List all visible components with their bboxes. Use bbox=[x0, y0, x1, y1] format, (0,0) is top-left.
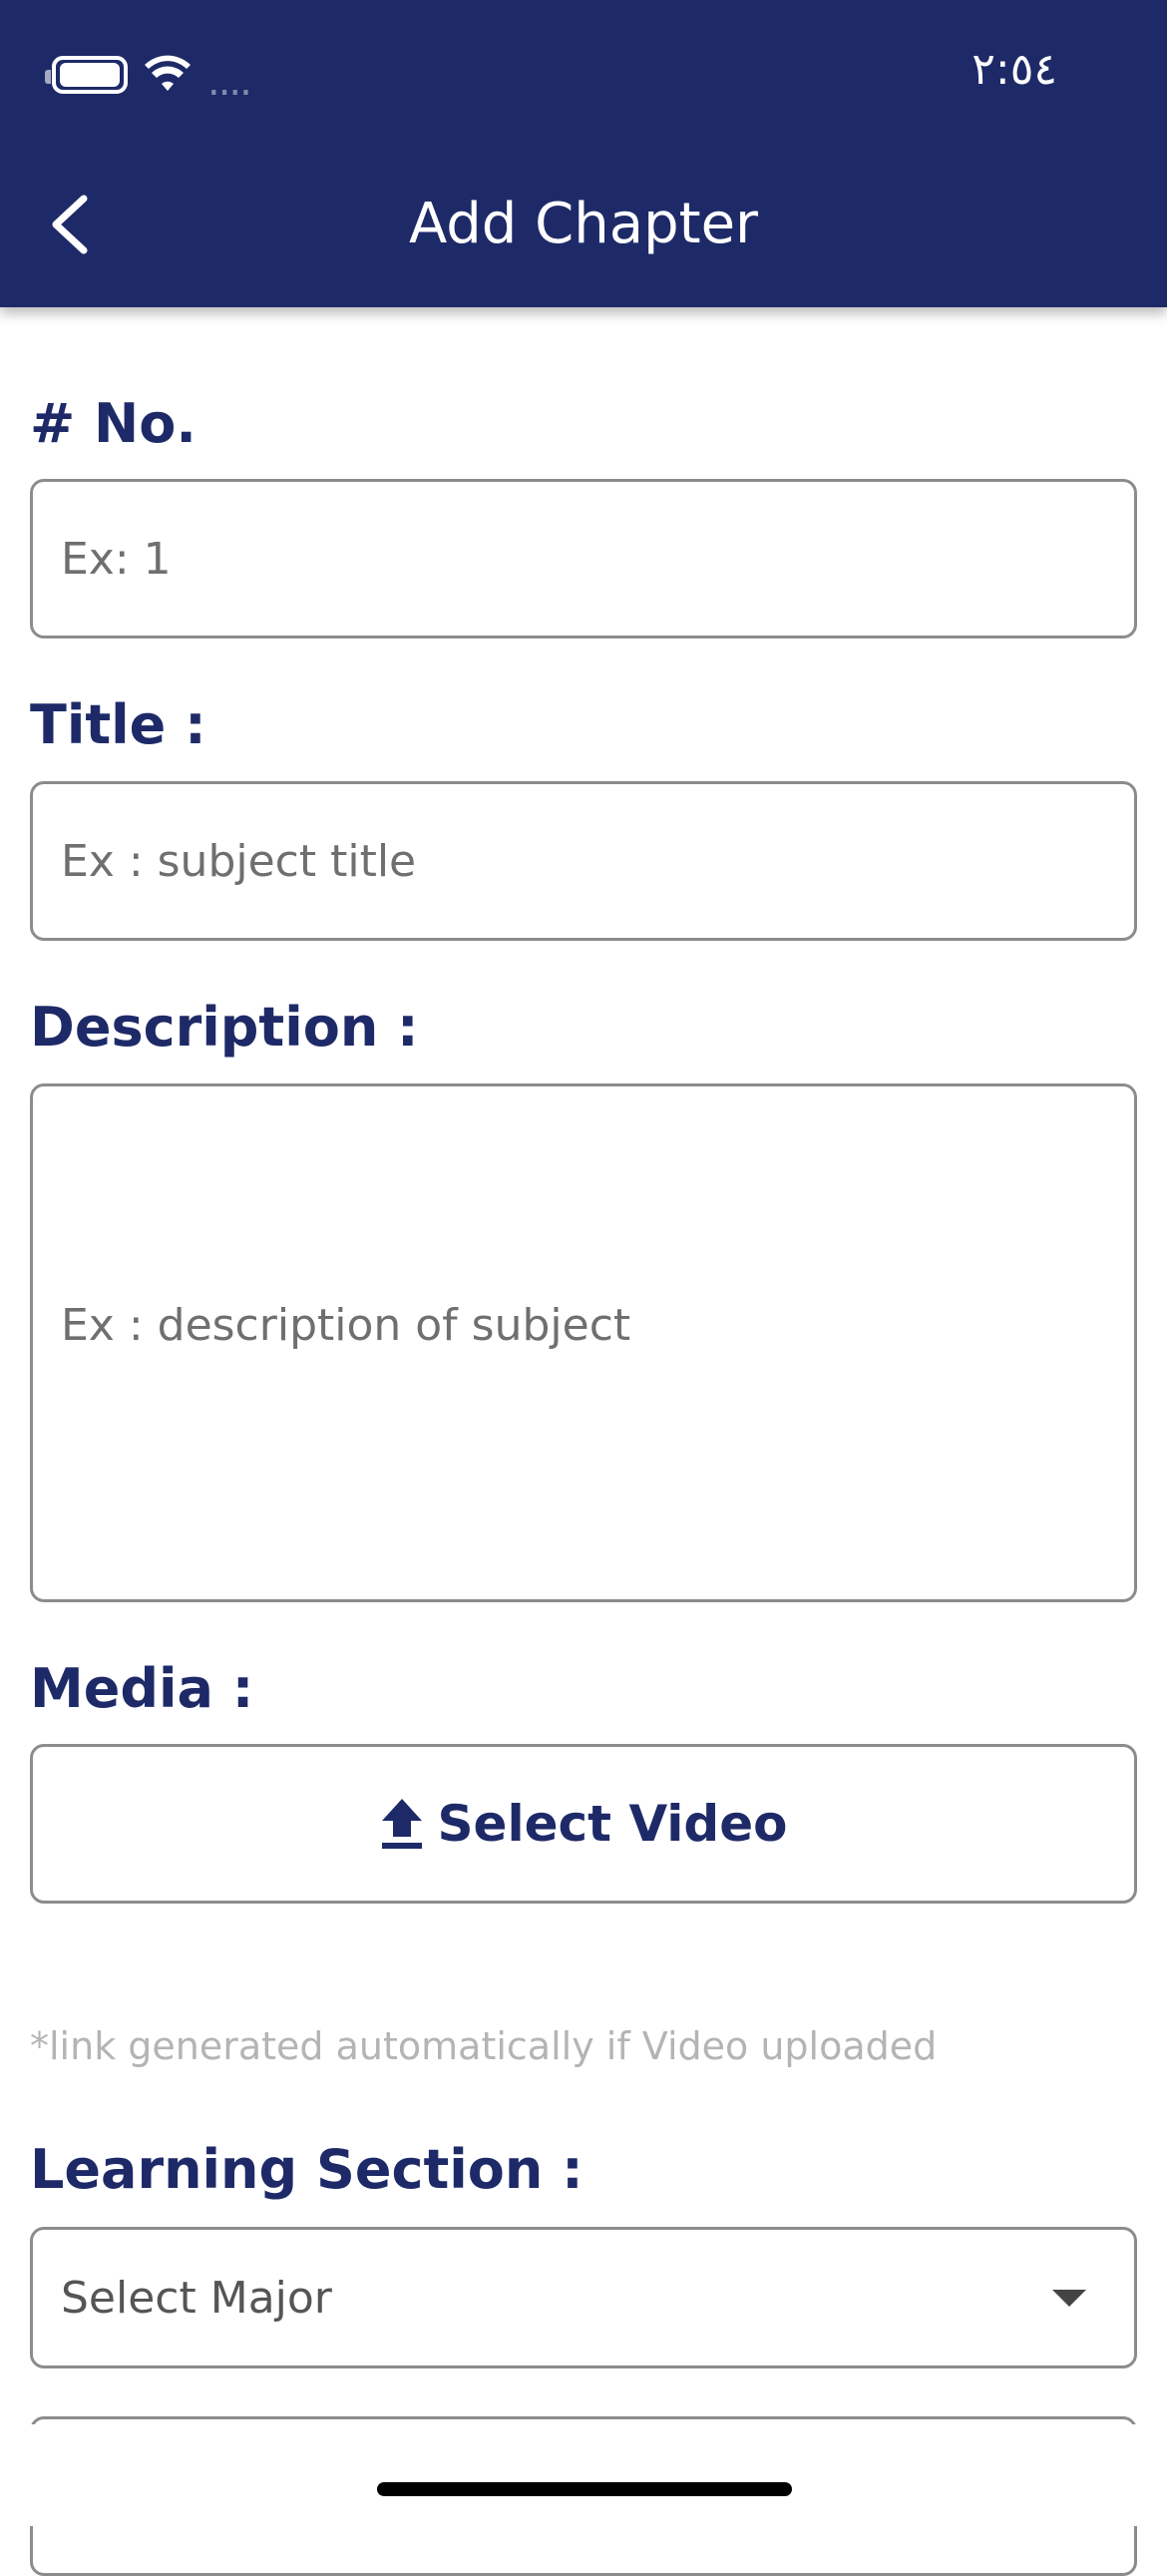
media-hint: *link generated automatically if Video u… bbox=[30, 2024, 938, 2068]
caret-down-icon bbox=[1052, 2289, 1086, 2307]
number-field[interactable] bbox=[30, 479, 1137, 639]
status-time: ٢:٥٤ bbox=[972, 44, 1057, 95]
number-label: # No. bbox=[30, 392, 196, 455]
app-header: .... ٢:٥٤ Add Chapter bbox=[0, 0, 1167, 307]
major-select-value: Select Major bbox=[61, 2272, 332, 2324]
bottom-safe-area bbox=[0, 2424, 1167, 2526]
major-select[interactable]: Select Major bbox=[30, 2227, 1137, 2368]
battery-icon bbox=[45, 56, 128, 94]
number-input[interactable] bbox=[33, 482, 1134, 636]
signal-strength-icon: .... bbox=[207, 59, 252, 105]
media-label: Media : bbox=[30, 1657, 254, 1720]
title-label: Title : bbox=[30, 693, 206, 756]
page-title: Add Chapter bbox=[408, 192, 759, 256]
title-field[interactable] bbox=[30, 781, 1137, 941]
select-video-button[interactable]: Select Video bbox=[30, 1744, 1137, 1904]
status-icons: .... bbox=[45, 50, 252, 105]
description-field[interactable] bbox=[30, 1083, 1137, 1602]
upload-icon bbox=[381, 1799, 422, 1849]
learning-section-label: Learning Section : bbox=[30, 2138, 584, 2201]
description-input[interactable] bbox=[33, 1086, 1134, 1599]
description-label: Description : bbox=[30, 996, 419, 1059]
select-video-label: Select Video bbox=[437, 1795, 788, 1853]
home-indicator[interactable] bbox=[377, 2482, 792, 2496]
title-input[interactable] bbox=[33, 784, 1134, 938]
wifi-icon bbox=[145, 55, 191, 91]
